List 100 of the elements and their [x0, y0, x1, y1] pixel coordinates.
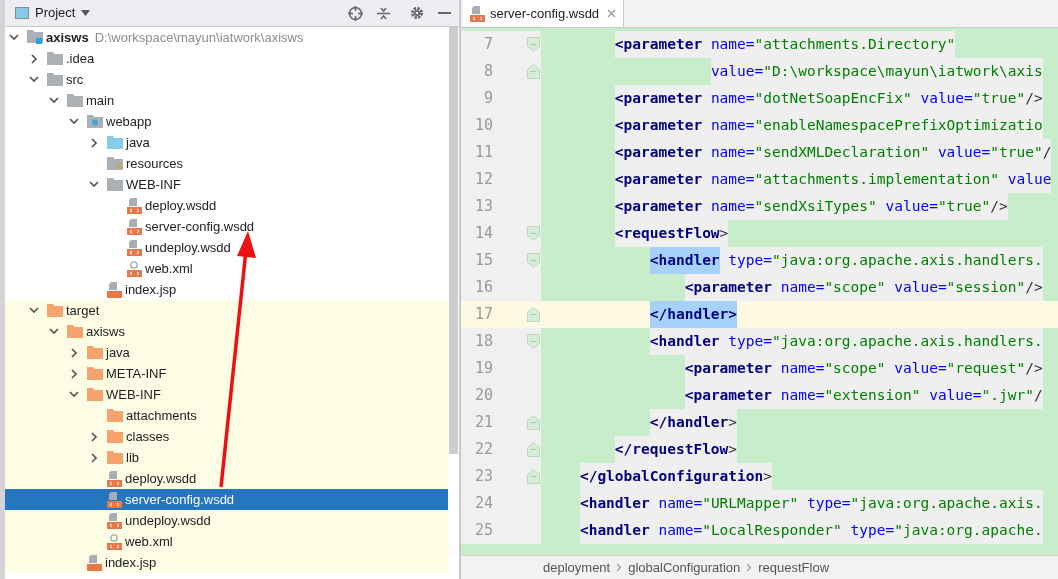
fold-marker-icon[interactable]	[527, 442, 540, 457]
line-number: 20	[473, 385, 493, 407]
fold-marker-icon[interactable]	[527, 64, 540, 79]
line-number: 19	[473, 358, 493, 380]
folder-icon	[47, 52, 63, 65]
close-icon[interactable]	[607, 9, 617, 18]
line-number: 22	[473, 439, 493, 461]
xml-file-icon	[127, 218, 142, 235]
folder-icon	[107, 178, 123, 191]
line-number: 14	[473, 223, 493, 245]
jsp-file-icon	[107, 281, 122, 298]
folder-icon	[107, 136, 123, 149]
xml-file-icon	[470, 5, 485, 22]
fold-marker-icon[interactable]	[527, 226, 540, 241]
line-number: 23	[473, 466, 493, 488]
folder-icon	[47, 73, 63, 86]
chevron-down-icon[interactable]	[26, 305, 42, 316]
tree-item[interactable]: resources	[5, 153, 448, 174]
line-number: 9	[482, 88, 493, 110]
tree-item[interactable]: WEB-INF	[5, 174, 448, 195]
tree-item[interactable]: index.jsp	[5, 279, 448, 300]
folder-icon	[67, 94, 83, 107]
folder-icon	[107, 430, 123, 443]
tree-item[interactable]: deploy.wsdd	[5, 195, 448, 216]
line-number: 12	[473, 169, 493, 191]
editor-tab[interactable]: server-config.wsdd	[463, 0, 625, 27]
xml-file-icon	[107, 533, 122, 550]
chevron-right-icon	[616, 563, 623, 572]
tree-item[interactable]: deploy.wsdd	[5, 468, 448, 489]
tree-item[interactable]: index.jsp	[5, 552, 448, 573]
folder-icon	[87, 367, 103, 380]
jsp-file-icon	[87, 554, 102, 571]
tree-item[interactable]: web.xml	[5, 531, 448, 552]
dropdown-caret-icon[interactable]	[81, 10, 91, 16]
chevron-right-icon	[746, 563, 753, 572]
line-number: 18	[473, 331, 493, 353]
tree-item[interactable]: META-INF	[5, 363, 448, 384]
folder-icon	[87, 115, 103, 128]
line-number: 11	[473, 142, 493, 164]
folder-icon	[67, 325, 83, 338]
crosshair-icon[interactable]	[348, 5, 363, 21]
line-number: 24	[473, 493, 493, 515]
tree-item[interactable]: lib	[5, 447, 448, 468]
breadcrumb[interactable]: deployment	[543, 557, 611, 578]
tree-item[interactable]: axisws D:\workspace\mayun\iatwork\axisws	[5, 27, 448, 48]
tree-item[interactable]: .idea	[5, 48, 448, 69]
tree-item[interactable]: undeploy.wsdd	[5, 237, 448, 258]
xml-file-icon	[107, 470, 122, 487]
xml-file-icon	[107, 512, 122, 529]
line-number: 16	[473, 277, 493, 299]
fold-marker-icon[interactable]	[527, 334, 540, 349]
folder-icon	[107, 157, 123, 170]
module-icon	[27, 30, 43, 45]
chevron-down-icon[interactable]	[26, 74, 42, 85]
fold-marker-icon[interactable]	[527, 253, 540, 268]
tree-item[interactable]: webapp	[5, 111, 448, 132]
tree-item[interactable]: main	[5, 90, 448, 111]
fold-marker-icon[interactable]	[527, 307, 540, 322]
line-number: 17	[473, 304, 493, 326]
chevron-down-icon[interactable]	[66, 116, 82, 127]
module-path: D:\workspace\mayun\iatwork\axisws	[94, 28, 304, 47]
collapse-icon[interactable]	[377, 6, 390, 20]
tree-item[interactable]: web.xml	[5, 258, 448, 279]
tree-item[interactable]: target	[5, 300, 448, 321]
tree-item[interactable]: classes	[5, 426, 448, 447]
project-icon	[15, 7, 29, 19]
folder-icon	[47, 304, 63, 317]
settings-icon[interactable]	[410, 6, 424, 20]
panel-title[interactable]: Project	[35, 3, 76, 23]
tree-item[interactable]: java	[5, 342, 448, 363]
line-number: 8	[482, 61, 493, 83]
tree-item[interactable]: server-config.wsdd	[5, 489, 448, 510]
line-number: 10	[473, 115, 493, 137]
minimize-icon[interactable]	[438, 11, 451, 15]
line-number: 13	[473, 196, 493, 218]
xml-file-icon	[127, 239, 142, 256]
xml-file-icon	[107, 491, 122, 508]
fold-marker-icon[interactable]	[527, 37, 540, 52]
chevron-down-icon[interactable]	[46, 326, 62, 337]
chevron-down-icon[interactable]	[46, 95, 62, 106]
fold-marker-icon[interactable]	[527, 469, 540, 484]
breadcrumb[interactable]: globalConfiguration	[628, 557, 741, 578]
fold-marker-icon[interactable]	[527, 415, 540, 430]
folder-icon	[107, 451, 123, 464]
chevron-down-icon[interactable]	[86, 179, 102, 190]
tree-item[interactable]: server-config.wsdd	[5, 216, 448, 237]
tree-item[interactable]: WEB-INF	[5, 384, 448, 405]
tree-item[interactable]: axisws	[5, 321, 448, 342]
tree-item[interactable]: src	[5, 69, 448, 90]
line-number: 15	[473, 250, 493, 272]
line-number: 21	[473, 412, 493, 434]
chevron-down-icon[interactable]	[66, 389, 82, 400]
breadcrumb[interactable]: requestFlow	[758, 557, 830, 578]
line-number: 7	[482, 34, 493, 56]
tree-item[interactable]: java	[5, 132, 448, 153]
chevron-down-icon[interactable]	[6, 32, 22, 43]
tree-item[interactable]: attachments	[5, 405, 448, 426]
scrollbar[interactable]	[449, 27, 458, 454]
folder-icon	[87, 388, 103, 401]
tree-item[interactable]: undeploy.wsdd	[5, 510, 448, 531]
